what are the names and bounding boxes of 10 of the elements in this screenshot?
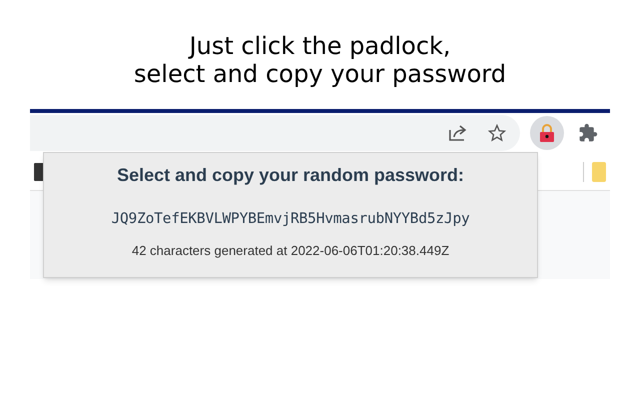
puzzle-icon[interactable] [578, 123, 598, 143]
share-icon[interactable] [448, 124, 468, 142]
password-text[interactable]: JQ9ZoTefEKBVLWPYBEmvjRB5HvmasrubNYYBd5zJpy [111, 209, 470, 231]
star-icon[interactable] [488, 124, 506, 142]
generation-info: 42 characters generated at 2022-06-06T01:20:38.449Z [132, 242, 450, 260]
padlock-extension-button[interactable] [530, 116, 564, 150]
padlock-icon [539, 124, 555, 142]
caption-line: select and copy your password [134, 60, 506, 88]
popup-title: Select and copy your random password: [116, 164, 464, 187]
caption-line: Just click the padlock, [189, 32, 451, 60]
